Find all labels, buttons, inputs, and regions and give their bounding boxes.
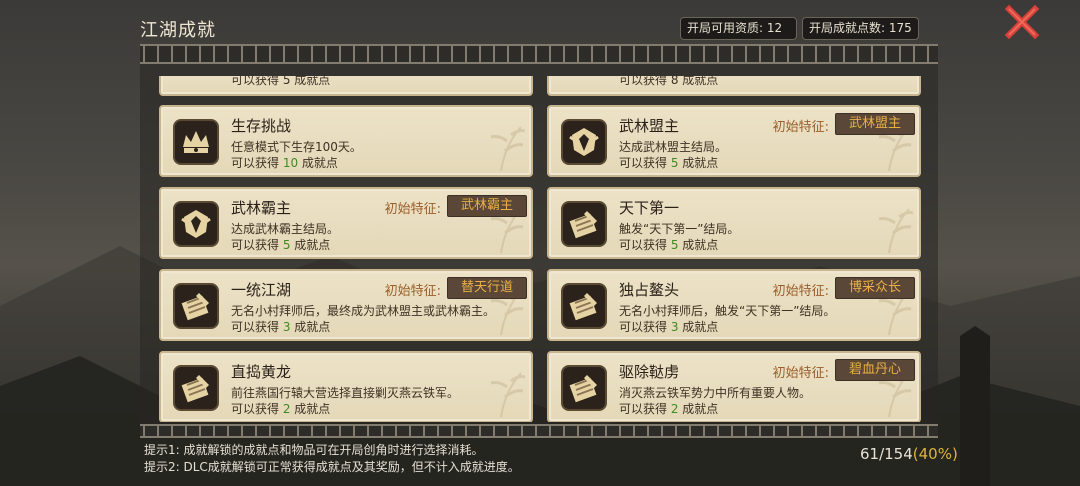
- achievement-points-text: 可以获得 8 成就点: [619, 76, 719, 87]
- scroll-icon: [173, 283, 219, 329]
- scroll-icon: [561, 365, 607, 411]
- points-suffix: 成就点: [678, 156, 719, 170]
- achievement-desc: 达成武林盟主结局。: [619, 140, 728, 154]
- scroll-icon: [561, 201, 607, 247]
- points-suffix: 成就点: [298, 156, 338, 170]
- achievement-card-partial[interactable]: 可以获得 8 成就点: [547, 76, 921, 96]
- achievement-points: 可以获得 3 成就点: [619, 318, 718, 335]
- achievement-card[interactable]: 直捣黄龙前往燕国行辕大营选择直接剿灭燕云铁军。 可以获得 2 成就点: [159, 351, 533, 422]
- bamboo-icon: [490, 372, 525, 417]
- achievement-panel: 可以获得 5 成就点 可以获得 8 成就点 生存挑战 任意模式下生存100天。 可以…: [140, 44, 938, 438]
- achievement-card[interactable]: 武林霸主达成武林霸主结局。 可以获得 5 成就点 初始特征: 武林霸主: [159, 187, 533, 259]
- achievement-card[interactable]: 独占鳌头无名小村拜师后，触发“天下第一”结局。 可以获得 3 成就点 初始特征: 博采…: [547, 269, 921, 341]
- achievement-name: 武林霸主: [231, 199, 292, 217]
- achievement-desc: 前往燕国行辕大营选择直接剿灭燕云铁军。: [231, 386, 460, 400]
- page-title: 江湖成就: [140, 20, 216, 41]
- points-prefix: 可以获得: [619, 402, 671, 416]
- crest-icon: [173, 201, 219, 247]
- achievement-desc: 消灭燕云铁军势力中所有重要人物。: [619, 386, 812, 400]
- trait-badge[interactable]: 博采众长: [835, 277, 915, 299]
- points-prefix: 可以获得: [231, 238, 283, 252]
- crown-icon: [173, 119, 219, 165]
- achievement-name: 驱除鞑虏: [619, 363, 680, 381]
- achievement-name: 生存挑战: [231, 117, 292, 135]
- achievement-progress: 61/154(40%): [860, 445, 958, 463]
- points-suffix: 成就点: [290, 238, 331, 252]
- available-resources-value: 12: [766, 21, 783, 35]
- achievement-desc: 达成武林霸主结局。: [231, 222, 340, 236]
- points-prefix: 可以获得: [231, 320, 283, 334]
- achievement-points: 可以获得 2 成就点: [619, 400, 718, 417]
- trait-badge[interactable]: 替天行道: [447, 277, 527, 299]
- achievement-desc: 触发“天下第一”结局。: [619, 222, 740, 236]
- points-value: 10: [282, 156, 299, 170]
- achievement-card[interactable]: 生存挑战任意模式下生存100天。 可以获得 10 成就点: [159, 105, 533, 177]
- trait-badge[interactable]: 武林盟主: [835, 113, 915, 135]
- points-prefix: 可以获得: [619, 156, 671, 170]
- achievement-name: 武林盟主: [619, 117, 680, 135]
- bamboo-icon: [878, 208, 913, 253]
- trait-label: 初始特征:: [384, 202, 441, 217]
- trait-label: 初始特征:: [772, 284, 829, 299]
- trait-badge[interactable]: 碧血丹心: [835, 359, 915, 381]
- achievement-desc: 任意模式下生存100天。: [231, 140, 362, 154]
- panel-top-border: [140, 44, 938, 64]
- achievement-points-text: 可以获得 5 成就点: [231, 76, 331, 87]
- achievement-points-value: 175: [888, 21, 912, 35]
- achievement-card[interactable]: 驱除鞑虏消灭燕云铁军势力中所有重要人物。 可以获得 2 成就点 初始特征: 碧血丹心: [547, 351, 921, 422]
- points-prefix: 可以获得: [619, 320, 671, 334]
- crest-icon: [561, 119, 607, 165]
- points-suffix: 成就点: [678, 402, 719, 416]
- achievement-points: 可以获得 5 成就点: [619, 236, 718, 253]
- achievement-points-stat: 开局成就点数: 175: [802, 17, 919, 40]
- achievement-desc: 无名小村拜师后，最终成为武林盟主或武林霸主。: [231, 304, 496, 318]
- available-resources-stat: 开局可用资质: 12: [680, 17, 797, 40]
- tip-2: 提示2: DLC成就解锁可正常获得成就点及其奖励，但不计入成就进度。: [144, 460, 520, 474]
- points-suffix: 成就点: [678, 238, 719, 252]
- scroll-icon: [173, 365, 219, 411]
- close-button[interactable]: [1004, 4, 1040, 40]
- tip-1: 提示1: 成就解锁的成就点和物品可在开局创角时进行选择消耗。: [144, 443, 484, 457]
- achievement-points: 可以获得 5 成就点: [619, 154, 718, 171]
- achievement-card[interactable]: 一统江湖无名小村拜师后，最终成为武林盟主或武林霸主。 可以获得 3 成就点 初始特征…: [159, 269, 533, 341]
- trait-label: 初始特征:: [772, 120, 829, 135]
- points-suffix: 成就点: [290, 320, 331, 334]
- tips: 提示1: 成就解锁的成就点和物品可在开局创角时进行选择消耗。 提示2: DLC成…: [144, 442, 520, 476]
- points-suffix: 成就点: [290, 402, 331, 416]
- bamboo-icon: [490, 126, 525, 171]
- achievement-points: 可以获得 5 成就点: [231, 236, 330, 253]
- achievement-points: 可以获得 10 成就点: [231, 154, 338, 171]
- close-icon: [1004, 4, 1040, 40]
- points-prefix: 可以获得: [231, 402, 283, 416]
- scroll-icon: [561, 283, 607, 329]
- points-prefix: 可以获得: [619, 238, 671, 252]
- points-prefix: 可以获得: [231, 156, 283, 170]
- achievement-card[interactable]: 武林盟主达成武林盟主结局。 可以获得 5 成就点 初始特征: 武林盟主: [547, 105, 921, 177]
- achievement-list[interactable]: 可以获得 5 成就点 可以获得 8 成就点 生存挑战 任意模式下生存100天。 可以…: [159, 76, 921, 422]
- achievement-points-label: 开局成就点数:: [809, 21, 886, 35]
- trait-badge[interactable]: 武林霸主: [447, 195, 527, 217]
- achievement-points: 可以获得 3 成就点: [231, 318, 330, 335]
- achievement-name: 一统江湖: [231, 281, 292, 299]
- achievement-name: 天下第一: [619, 199, 680, 217]
- achievement-points: 可以获得 2 成就点: [231, 400, 330, 417]
- trait-label: 初始特征:: [384, 284, 441, 299]
- achievement-card-partial[interactable]: 可以获得 5 成就点: [159, 76, 533, 96]
- available-resources-label: 开局可用资质:: [687, 21, 764, 35]
- panel-bottom-border: [140, 424, 938, 438]
- achievement-name: 独占鳌头: [619, 281, 680, 299]
- achievement-name: 直捣黄龙: [231, 363, 292, 381]
- trait-label: 初始特征:: [772, 366, 829, 381]
- achievement-card[interactable]: 天下第一触发“天下第一”结局。 可以获得 5 成就点: [547, 187, 921, 259]
- points-suffix: 成就点: [678, 320, 719, 334]
- progress-percent: (40%): [912, 445, 958, 463]
- achievement-desc: 无名小村拜师后，触发“天下第一”结局。: [619, 304, 836, 318]
- progress-count: 61/154: [860, 445, 913, 463]
